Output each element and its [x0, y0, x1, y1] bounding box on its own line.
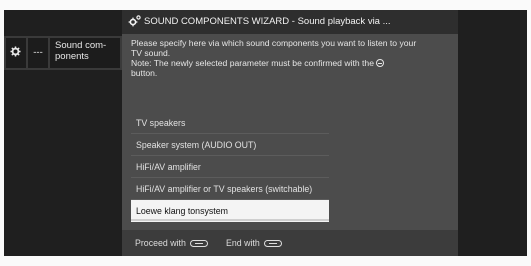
end-hint: End with	[226, 238, 283, 248]
wizard-gears-icon	[128, 15, 141, 27]
instructions-line-1: Please specify here via which sound comp…	[131, 38, 417, 48]
instructions-line-2: TV sound.	[131, 48, 171, 58]
option-loewe-klang-tonsystem[interactable]: Loewe klang tonsystem	[131, 200, 329, 222]
menu-ellipsis-item[interactable]: ---	[28, 38, 48, 68]
wizard-header: SOUND COMPONENTS WIZARD - Sound playback…	[122, 10, 458, 34]
frame-top	[0, 0, 531, 10]
sound-options-list: TV speakers Speaker system (AUDIO OUT) H…	[131, 112, 329, 222]
ok-button-icon	[376, 59, 385, 67]
forward-key-icon	[190, 240, 209, 247]
wizard-instructions: Please specify here via which sound comp…	[131, 38, 451, 78]
proceed-hint: Proceed with	[135, 238, 209, 248]
wizard-title: SOUND COMPONENTS WIZARD - Sound playback…	[144, 16, 391, 27]
option-speaker-system[interactable]: Speaker system (AUDIO OUT)	[131, 134, 329, 156]
sound-components-wizard: SOUND COMPONENTS WIZARD - Sound playback…	[122, 10, 458, 256]
frame-bottom	[0, 256, 531, 266]
proceed-label: Proceed with	[135, 238, 186, 248]
gear-icon	[10, 46, 21, 57]
end-key-icon	[264, 240, 283, 247]
wizard-body: Please specify here via which sound comp…	[122, 34, 458, 230]
instructions-line-4: button.	[131, 68, 158, 78]
instructions-line-3-text: Note: The newly selected parameter must …	[131, 58, 374, 68]
menu-sound-components-item[interactable]: Sound com- ponents	[50, 38, 120, 68]
option-hifi-or-tv-switchable[interactable]: HiFi/AV amplifier or TV speakers (switch…	[131, 178, 329, 200]
wizard-footer: Proceed with End with	[122, 230, 458, 256]
option-hifi-amplifier[interactable]: HiFi/AV amplifier	[131, 156, 329, 178]
instructions-line-3: Note: The newly selected parameter must …	[131, 58, 451, 68]
frame-right	[527, 0, 531, 266]
option-tv-speakers[interactable]: TV speakers	[131, 112, 329, 134]
menu-ellipsis-label: ---	[33, 47, 43, 58]
menu-settings-item[interactable]	[6, 38, 26, 68]
menu-sound-label-line2: ponents	[55, 51, 89, 62]
end-label: End with	[226, 238, 260, 248]
menu-sound-label-line1: Sound com-	[55, 40, 107, 51]
